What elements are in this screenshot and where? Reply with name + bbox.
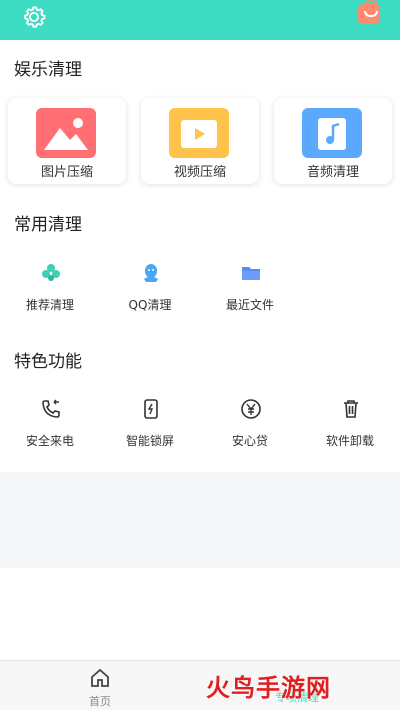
card-label: 视频压缩 — [173, 165, 226, 180]
folder-icon — [242, 267, 260, 280]
yen-icon — [241, 399, 261, 419]
section-title-entertainment: 娱乐清理 — [14, 60, 82, 80]
trash-icon — [344, 400, 358, 418]
item-label: 最近文件 — [225, 298, 274, 312]
item-uninstall[interactable]: 软件卸载 — [308, 398, 392, 458]
phone-icon — [42, 399, 60, 418]
main-content: 娱乐清理 图片压缩 视频压缩 音频清理 常用清理 推荐清理 QQ清理 最近文件 … — [0, 40, 400, 472]
home-icon — [91, 668, 109, 687]
image-icon — [36, 108, 96, 158]
item-label: 安全来电 — [25, 434, 74, 448]
gray-spacer — [0, 472, 400, 568]
gear-icon[interactable] — [20, 3, 48, 31]
item-label: 推荐清理 — [25, 298, 74, 312]
tab-home[interactable]: 首页 — [78, 667, 122, 708]
qq-icon — [144, 264, 158, 282]
card-label: 图片压缩 — [40, 165, 93, 180]
item-smart-lock[interactable]: 智能锁屏 — [108, 398, 192, 458]
card-video-compress[interactable]: 视频压缩 — [141, 98, 259, 184]
card-audio-clean[interactable]: 音频清理 — [274, 98, 392, 184]
card-image-compress[interactable]: 图片压缩 — [8, 98, 126, 184]
item-qq-clean[interactable]: QQ清理 — [108, 262, 192, 322]
tab-home-label: 首页 — [89, 695, 111, 708]
item-safe-call[interactable]: 安全来电 — [8, 398, 92, 458]
section-title-features: 特色功能 — [14, 352, 82, 372]
video-icon — [169, 108, 229, 158]
card-label: 音频清理 — [306, 165, 359, 180]
item-label: 软件卸载 — [325, 434, 374, 448]
item-anxin-loan[interactable]: 安心贷 — [208, 398, 292, 458]
item-label: 安心贷 — [231, 434, 268, 448]
item-label: QQ清理 — [128, 298, 172, 312]
top-bar — [0, 0, 400, 40]
lock-screen-icon — [144, 399, 158, 419]
blank-area — [0, 568, 400, 660]
item-label: 智能锁屏 — [125, 434, 174, 448]
clover-icon — [42, 264, 60, 281]
watermark-logo: 火鸟手游网 — [206, 674, 331, 702]
music-icon — [302, 108, 362, 158]
item-recent-files[interactable]: 最近文件 — [208, 262, 292, 322]
item-recommend-clean[interactable]: 推荐清理 — [8, 262, 92, 322]
section-title-common: 常用清理 — [14, 215, 82, 235]
shopping-bag-icon[interactable] — [358, 0, 380, 24]
